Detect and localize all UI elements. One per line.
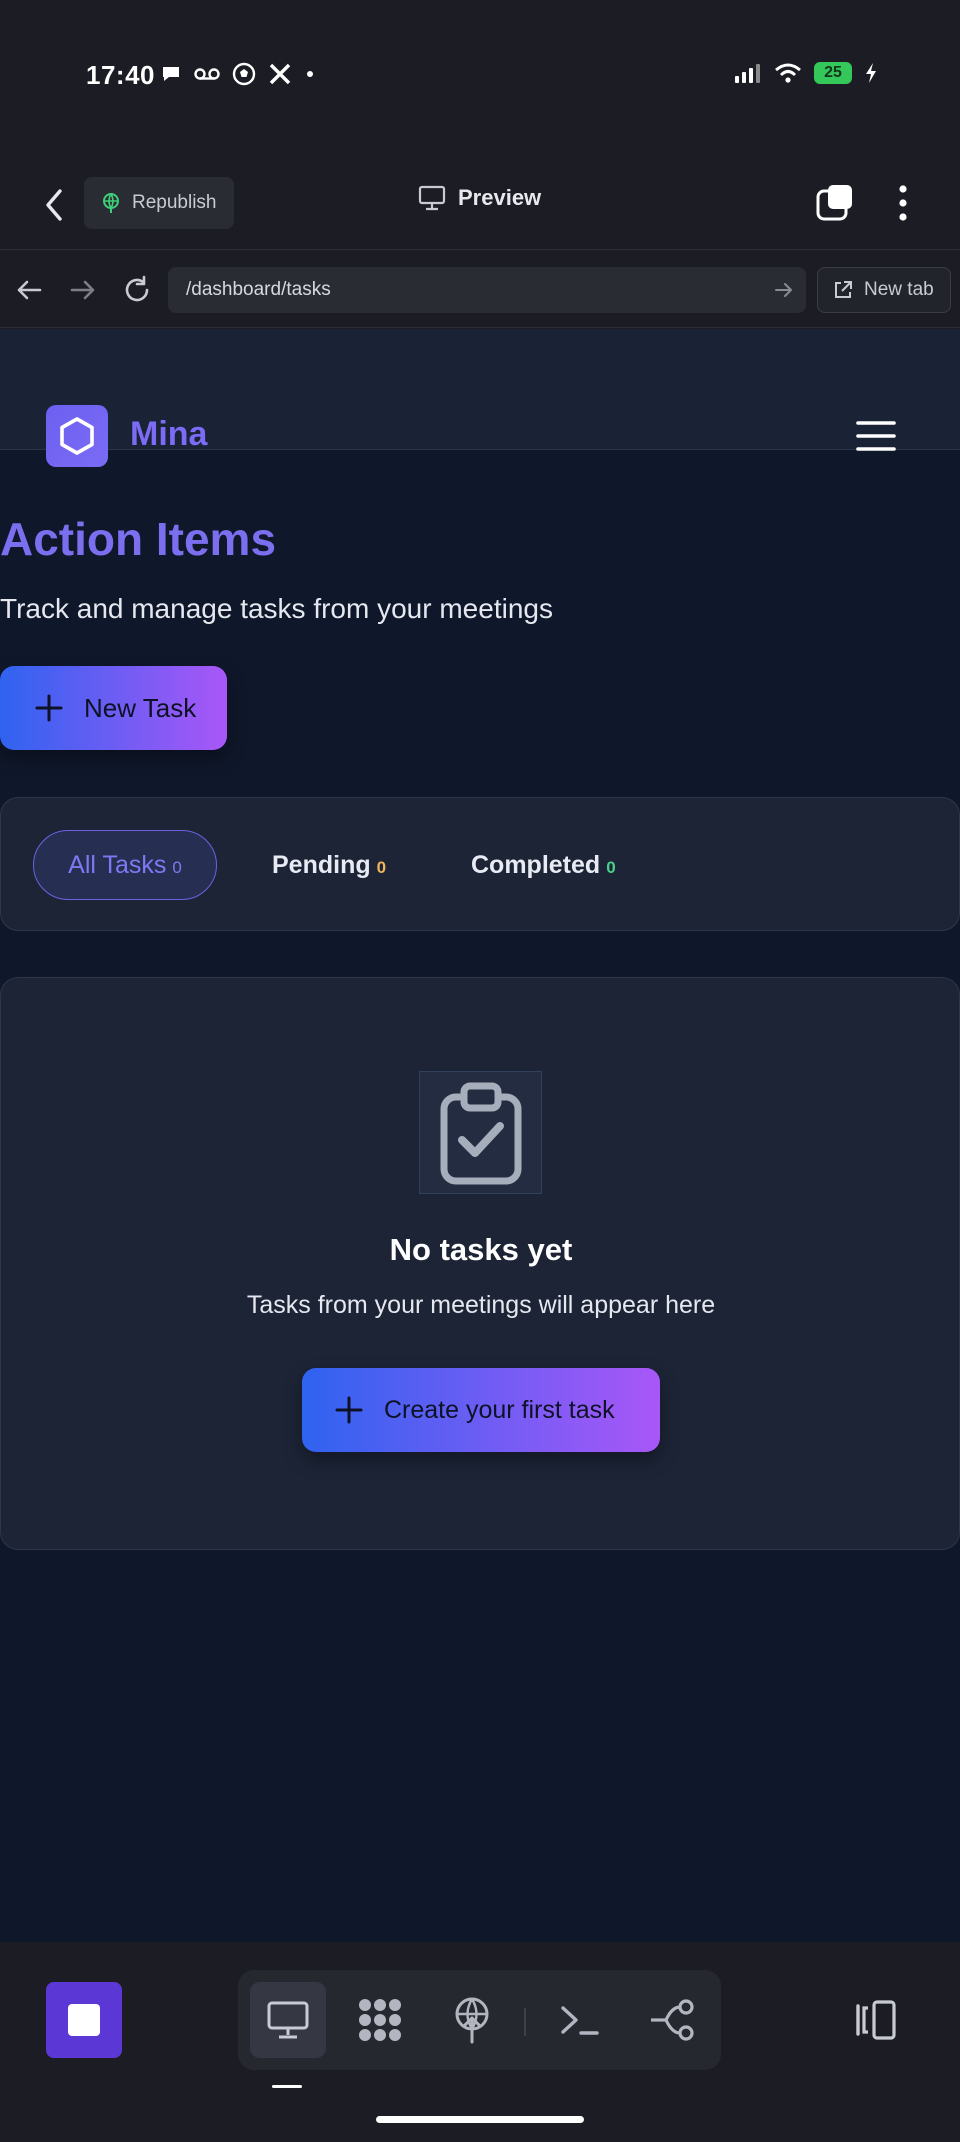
- tool-shell[interactable]: [542, 1982, 618, 2058]
- tab-count: 0: [172, 858, 182, 877]
- status-time: 17:40: [86, 60, 155, 90]
- terminal-icon: [561, 2006, 599, 2035]
- battery-icon: 25: [814, 62, 852, 84]
- tool-divider: [524, 2008, 526, 2036]
- status-bar: 17:40 25: [0, 0, 960, 155]
- tabs-icon[interactable]: [814, 181, 858, 225]
- url-field[interactable]: /dashboard/tasks: [168, 267, 806, 313]
- tool-switcher: [238, 1970, 721, 2070]
- empty-state-title: No tasks yet: [389, 1232, 573, 1267]
- globe-deploy-icon: [455, 1997, 489, 2044]
- soccer-ball-icon: [232, 62, 256, 86]
- branch-icon: [651, 1999, 694, 2041]
- tab-count: 0: [376, 858, 387, 877]
- active-tool-indicator: [272, 2085, 302, 2088]
- tool-deploy[interactable]: [434, 1982, 510, 2058]
- chat-bubble-icon: [163, 67, 179, 81]
- tab-pending[interactable]: Pending 0: [272, 830, 386, 900]
- stop-icon: [68, 2004, 100, 2036]
- browser-forward-icon[interactable]: [68, 275, 98, 305]
- bottom-toolbar: [0, 1942, 960, 2142]
- preview-title: Preview: [418, 185, 541, 211]
- dot-icon: [307, 71, 313, 77]
- tool-workspace[interactable]: [342, 1982, 418, 2058]
- republish-label: Republish: [132, 192, 217, 213]
- reload-icon[interactable]: [122, 275, 152, 305]
- clipboard-check-icon: [440, 1082, 521, 1184]
- grid-dots-icon: [359, 1999, 401, 2041]
- globe-icon: [103, 193, 119, 213]
- tab-completed[interactable]: Completed 0: [471, 830, 616, 900]
- brand-name[interactable]: Mina: [130, 415, 207, 454]
- status-system-icons: 25: [734, 62, 878, 84]
- stop-button[interactable]: [46, 1982, 122, 2058]
- hexagon-logo-icon: [60, 417, 94, 455]
- filter-tabs: All Tasks 0 Pending 0 Completed 0: [0, 797, 960, 931]
- web-page: Mina Action Items Track and manage tasks…: [0, 329, 960, 1942]
- wifi-icon: [775, 63, 801, 83]
- app-header: Republish Preview: [0, 155, 960, 250]
- go-arrow-icon[interactable]: [774, 280, 794, 300]
- signal-icon: [735, 64, 760, 83]
- tab-label: Completed: [471, 850, 601, 879]
- back-arrow-icon[interactable]: [38, 185, 70, 225]
- browser-bar: /dashboard/tasks New tab: [0, 251, 960, 328]
- new-task-label: New Task: [84, 692, 197, 723]
- empty-state-subtitle: Tasks from your meetings will appear her…: [246, 1291, 716, 1319]
- more-options-icon[interactable]: [888, 181, 918, 225]
- monitor-icon: [418, 185, 446, 211]
- tab-label: All Tasks: [68, 850, 167, 879]
- monitor-icon: [267, 2001, 309, 2039]
- logo[interactable]: [46, 405, 108, 467]
- page-title: Action Items: [0, 513, 277, 565]
- charging-icon: [866, 63, 876, 83]
- battery-level: 25: [824, 64, 842, 81]
- new-tab-label: New tab: [864, 279, 934, 300]
- tab-all-tasks[interactable]: All Tasks 0: [33, 830, 217, 900]
- page-subtitle: Track and manage tasks from your meeting…: [0, 593, 553, 624]
- new-task-button[interactable]: New Task: [0, 666, 227, 750]
- url-text: /dashboard/tasks: [186, 279, 331, 300]
- republish-button[interactable]: Republish: [84, 177, 234, 229]
- tab-label: Pending: [272, 850, 371, 879]
- plus-icon: [35, 694, 63, 722]
- voicemail-icon: [194, 68, 220, 80]
- empty-state-icon-frame: [419, 1071, 542, 1194]
- browser-back-icon[interactable]: [14, 275, 44, 305]
- tool-git[interactable]: [634, 1982, 710, 2058]
- x-logo-icon: [269, 63, 291, 85]
- external-link-icon: [835, 281, 852, 298]
- preview-label: Preview: [458, 185, 542, 210]
- plus-icon: [335, 1396, 363, 1424]
- hamburger-menu-icon[interactable]: [856, 419, 896, 453]
- tab-count: 0: [606, 858, 616, 877]
- create-first-task-button[interactable]: Create your first task: [302, 1368, 660, 1452]
- home-indicator[interactable]: [376, 2116, 584, 2123]
- side-panel-icon[interactable]: [850, 1998, 898, 2042]
- new-tab-button[interactable]: New tab: [817, 267, 951, 313]
- empty-state: No tasks yet Tasks from your meetings wi…: [0, 977, 960, 1550]
- status-notification-icons: [160, 62, 316, 86]
- tool-preview[interactable]: [250, 1982, 326, 2058]
- create-first-task-label: Create your first task: [384, 1395, 615, 1424]
